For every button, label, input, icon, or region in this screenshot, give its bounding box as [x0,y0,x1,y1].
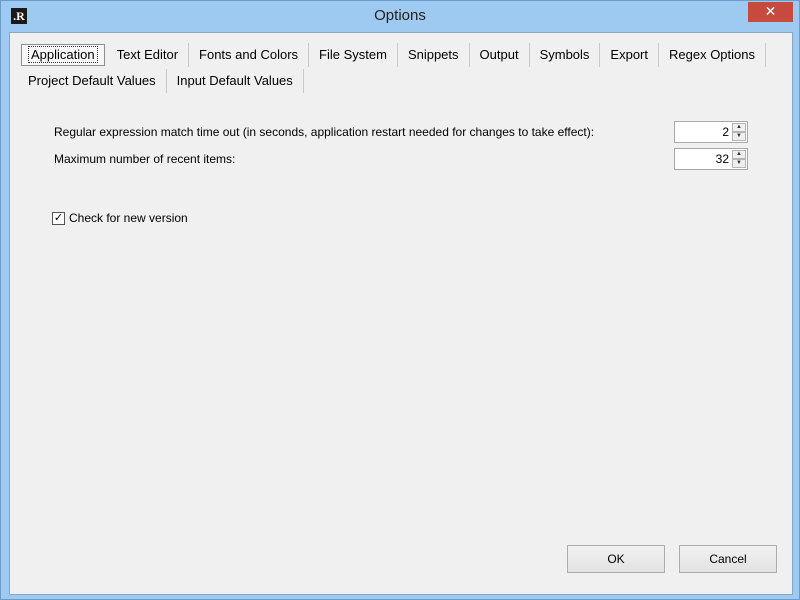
tab-row-1: Application Text Editor Fonts and Colors… [18,43,766,67]
recent-items-label: Maximum number of recent items: [54,152,236,166]
check-version-checkbox[interactable]: ✓ [52,211,65,225]
window-title: Options [374,7,426,24]
tab-application[interactable]: Application [21,44,105,66]
recent-items-spinner[interactable]: 32 ▲ ▼ [674,148,748,170]
dialog-body: Application Text Editor Fonts and Colors… [9,32,793,595]
check-version-row: ✓ Check for new version [52,211,188,225]
timeout-value[interactable]: 2 [722,125,729,139]
cancel-button[interactable]: Cancel [679,545,777,573]
tab-file-system[interactable]: File System [309,43,398,67]
recent-items-spinner-arrows: ▲ ▼ [732,150,746,168]
tab-symbols[interactable]: Symbols [530,43,601,67]
tab-label: Application [28,46,98,63]
ok-button[interactable]: OK [567,545,665,573]
timeout-spinner-arrows: ▲ ▼ [732,123,746,141]
spinner-down-icon[interactable]: ▼ [732,159,746,168]
application-tab-page: Regular expression match time out (in se… [18,95,784,535]
tab-row-2: Project Default Values Input Default Val… [18,69,304,93]
title-bar: .R Options ✕ [1,1,799,31]
close-icon: ✕ [764,3,777,19]
close-button[interactable]: ✕ [748,2,793,22]
spinner-down-icon[interactable]: ▼ [732,132,746,141]
tab-snippets[interactable]: Snippets [398,43,470,67]
tab-output[interactable]: Output [470,43,530,67]
options-window: .R Options ✕ Application Text Editor Fon… [0,0,800,600]
tab-text-editor[interactable]: Text Editor [107,43,190,67]
tab-fonts-and-colors[interactable]: Fonts and Colors [189,43,310,67]
check-version-label[interactable]: Check for new version [69,211,188,225]
spinner-up-icon[interactable]: ▲ [732,123,746,132]
tab-export[interactable]: Export [600,43,659,67]
tab-input-default-values[interactable]: Input Default Values [167,69,304,93]
timeout-label: Regular expression match time out (in se… [54,125,595,139]
timeout-spinner[interactable]: 2 ▲ ▼ [674,121,748,143]
tab-regex-options[interactable]: Regex Options [659,43,766,67]
recent-items-value[interactable]: 32 [716,152,729,166]
spinner-up-icon[interactable]: ▲ [732,150,746,159]
tab-project-default-values[interactable]: Project Default Values [18,69,167,93]
